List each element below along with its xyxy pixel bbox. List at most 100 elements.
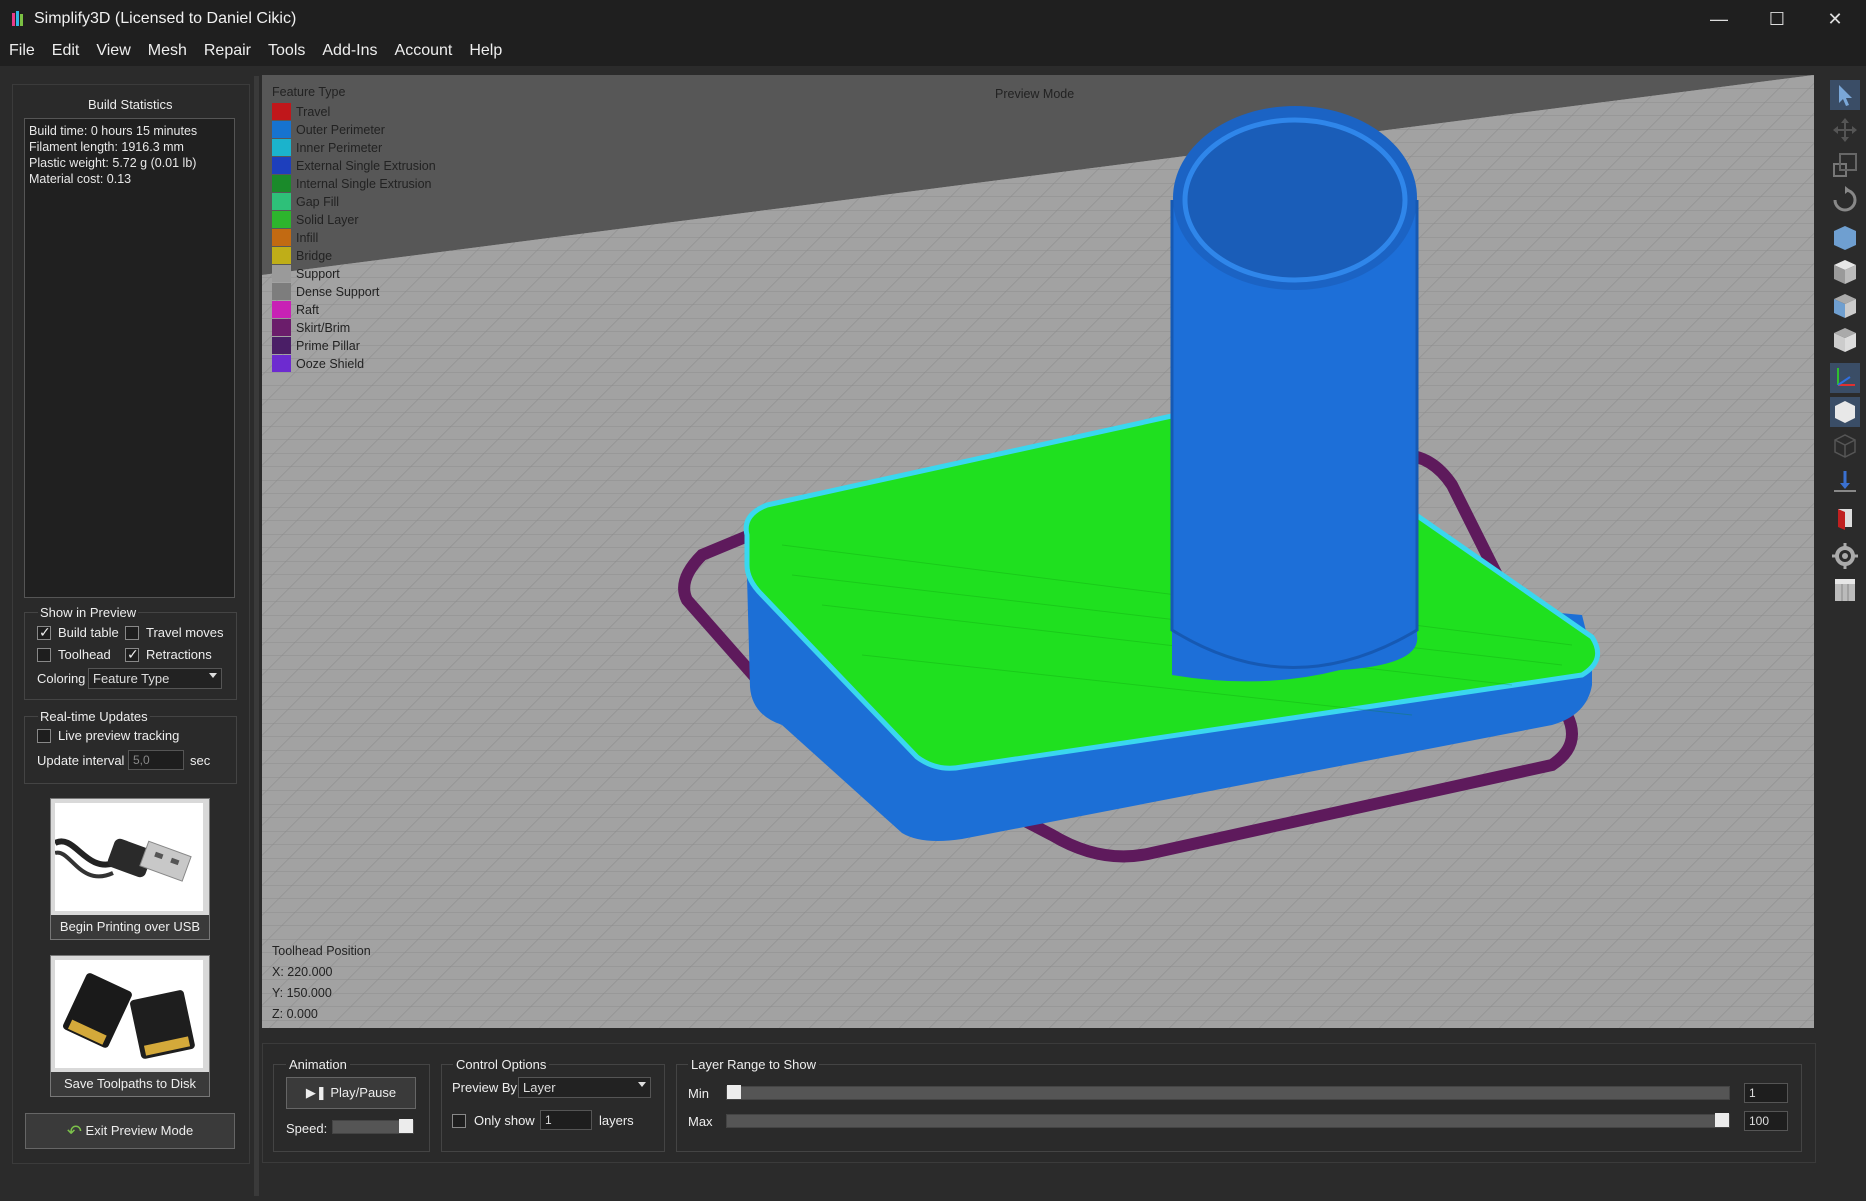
speed-slider-thumb[interactable] — [399, 1119, 413, 1133]
show-in-preview-title: Show in Preview — [38, 605, 139, 620]
legend-item: Solid Layer — [272, 211, 436, 229]
exit-preview-mode-button[interactable]: ↶ Exit Preview Mode — [25, 1113, 235, 1149]
stat-filament-length: Filament length: 1916.3 mm — [29, 140, 184, 154]
control-options-title: Control Options — [453, 1057, 550, 1072]
wireframe-view-icon[interactable] — [1830, 431, 1860, 461]
toolhead-z: Z: 0.000 — [272, 1007, 318, 1021]
minimize-button[interactable]: — — [1690, 0, 1748, 38]
legend-swatch — [272, 103, 291, 120]
close-button[interactable]: ✕ — [1806, 0, 1864, 38]
menu-edit[interactable]: Edit — [43, 38, 88, 60]
travel-moves-checkbox[interactable] — [125, 626, 139, 640]
preview-by-select[interactable]: Layer — [518, 1077, 651, 1098]
axes-icon[interactable] — [1830, 363, 1860, 393]
back-arrow-icon: ↶ — [66, 1121, 82, 1142]
live-preview-tracking-checkbox[interactable] — [37, 729, 51, 743]
legend-item: Support — [272, 265, 436, 283]
settings-icon[interactable] — [1830, 541, 1860, 571]
move-icon[interactable] — [1830, 115, 1860, 145]
legend-label: Ooze Shield — [296, 357, 365, 371]
only-show-layers-input[interactable]: 1 — [540, 1110, 592, 1130]
legend-label: Raft — [296, 303, 319, 317]
max-layer-input[interactable]: 100 — [1744, 1111, 1788, 1131]
coloring-label: Coloring — [37, 671, 86, 686]
maximize-button[interactable]: ☐ — [1748, 0, 1806, 38]
menu-tools[interactable]: Tools — [259, 38, 313, 60]
view-top-icon[interactable] — [1830, 257, 1860, 287]
legend-item: Skirt/Brim — [272, 319, 436, 337]
legend-item: External Single Extrusion — [272, 157, 436, 175]
play-pause-icon: ▶❚ — [305, 1085, 327, 1100]
toolhead-y: Y: 150.000 — [272, 986, 332, 1000]
min-layer-slider[interactable] — [726, 1085, 1730, 1100]
max-layer-slider[interactable] — [726, 1113, 1730, 1128]
legend-item: Dense Support — [272, 283, 436, 301]
usb-cable-image — [53, 803, 203, 911]
legend-item: Prime Pillar — [272, 337, 436, 355]
select-icon[interactable] — [1830, 80, 1860, 110]
window-title: Simplify3D (Licensed to Daniel Cikic) — [34, 10, 297, 27]
legend-item: Outer Perimeter — [272, 121, 436, 139]
preview-by-label: Preview By — [452, 1080, 518, 1095]
preview-by-value: Layer — [523, 1080, 556, 1095]
solid-view-icon[interactable] — [1830, 397, 1860, 427]
preview-viewport[interactable]: Feature Type Travel Outer Perimeter Inne… — [262, 75, 1814, 1028]
legend-label: Inner Perimeter — [296, 141, 383, 155]
legend-item: Travel — [272, 103, 436, 121]
gcode-preview-icon[interactable] — [1830, 503, 1860, 533]
realtime-updates-title: Real-time Updates — [38, 709, 150, 724]
layer-range-group — [676, 1064, 1802, 1152]
toolhead-x: X: 220.000 — [272, 965, 333, 979]
save-toolpaths-button[interactable]: Save Toolpaths to Disk — [50, 955, 210, 1097]
min-layer-input[interactable]: 1 — [1744, 1083, 1788, 1103]
begin-printing-usb-button[interactable]: Begin Printing over USB — [50, 798, 210, 940]
max-label: Max — [688, 1114, 713, 1129]
legend-swatch — [272, 265, 291, 282]
toolhead-position-title: Toolhead Position — [272, 944, 371, 958]
coloring-select[interactable]: Feature Type — [88, 668, 222, 689]
layers-label: layers — [599, 1113, 634, 1128]
legend-label: Travel — [296, 105, 331, 119]
build-volume-icon[interactable] — [1830, 575, 1860, 605]
view-front-icon[interactable] — [1830, 291, 1860, 321]
live-preview-tracking-label: Live preview tracking — [58, 728, 180, 743]
panel-splitter[interactable] — [254, 76, 259, 1196]
stat-build-time: Build time: 0 hours 15 minutes — [29, 124, 198, 138]
update-interval-input[interactable]: 5,0 — [128, 750, 184, 770]
legend-label: External Single Extrusion — [296, 159, 436, 173]
speed-slider[interactable] — [332, 1119, 414, 1134]
title-bar: Simplify3D (Licensed to Daniel Cikic) — … — [0, 0, 1866, 38]
min-label: Min — [688, 1086, 709, 1101]
legend-swatch — [272, 337, 291, 354]
max-layer-slider-thumb[interactable] — [1715, 1113, 1729, 1127]
build-statistics-title: Build Statistics — [88, 97, 173, 112]
legend-label: Dense Support — [296, 285, 380, 299]
menu-mesh[interactable]: Mesh — [139, 38, 195, 60]
toolhead-checkbox[interactable] — [37, 648, 51, 662]
menu-account[interactable]: Account — [386, 38, 461, 60]
legend-item: Internal Single Extrusion — [272, 175, 436, 193]
cross-section-icon[interactable] — [1830, 467, 1860, 497]
play-pause-button[interactable]: ▶❚ Play/Pause — [286, 1077, 416, 1109]
chevron-down-icon — [638, 1082, 646, 1087]
view-default-icon[interactable] — [1830, 223, 1860, 253]
min-layer-slider-thumb[interactable] — [727, 1085, 741, 1099]
play-pause-label: Play/Pause — [330, 1085, 397, 1100]
scale-icon[interactable] — [1830, 150, 1860, 180]
retractions-checkbox[interactable] — [125, 646, 139, 663]
legend-item: Raft — [272, 301, 436, 319]
menu-repair[interactable]: Repair — [195, 38, 259, 60]
only-show-checkbox[interactable] — [452, 1114, 466, 1128]
menu-file[interactable]: File — [0, 38, 43, 60]
menu-view[interactable]: View — [87, 38, 138, 60]
toolhead-position: Toolhead Position X: 220.000 Y: 150.000 … — [272, 941, 371, 1025]
menu-help[interactable]: Help — [460, 38, 510, 60]
menu-add-ins[interactable]: Add-Ins — [313, 38, 385, 60]
sd-cards-image — [55, 960, 203, 1068]
legend-swatch — [272, 157, 291, 174]
rotate-icon[interactable] — [1830, 185, 1860, 215]
travel-moves-label: Travel moves — [146, 625, 224, 640]
legend-item: Ooze Shield — [272, 355, 436, 373]
build-table-checkbox[interactable] — [37, 624, 51, 641]
view-side-icon[interactable] — [1830, 325, 1860, 355]
